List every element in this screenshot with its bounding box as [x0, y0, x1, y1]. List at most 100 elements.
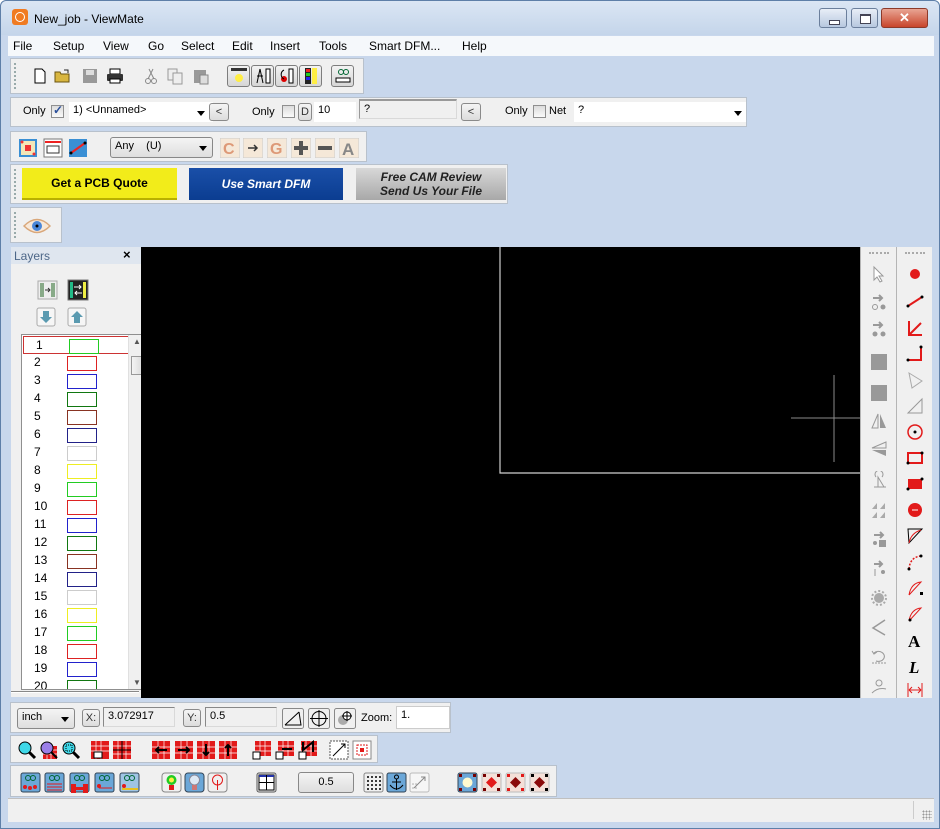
eye-icon[interactable]: [23, 217, 51, 235]
pcb-quote-button[interactable]: Get a PCB Quote: [22, 168, 177, 200]
new-file-icon[interactable]: [31, 67, 49, 85]
view-text-icon[interactable]: [119, 772, 140, 793]
layer-color-swatch[interactable]: [67, 482, 97, 497]
net-select[interactable]: ?: [574, 102, 746, 122]
layer-color-swatch[interactable]: [67, 356, 97, 371]
layer-row[interactable]: 7: [22, 444, 130, 462]
text-icon[interactable]: A: [906, 631, 924, 649]
layer-row[interactable]: 6: [22, 426, 130, 444]
zoom-all-icon[interactable]: [90, 740, 110, 760]
select-pad-black-icon[interactable]: [529, 772, 550, 793]
layer-color-swatch[interactable]: [67, 392, 97, 407]
layer-color-swatch[interactable]: [69, 339, 99, 354]
snap-diagonal-icon[interactable]: [409, 772, 430, 793]
menu-help[interactable]: Help: [462, 39, 487, 53]
dcode-only-checkbox[interactable]: [282, 105, 295, 118]
toolbar-grip[interactable]: [905, 252, 925, 254]
draw-right-triangle-icon[interactable]: [906, 397, 924, 415]
menu-view[interactable]: View: [103, 39, 129, 53]
paste-icon[interactable]: [192, 67, 210, 85]
flip-icon[interactable]: [870, 440, 888, 458]
trim-icon[interactable]: [870, 618, 888, 636]
pan-left-icon[interactable]: [151, 740, 171, 760]
layer-color-swatch[interactable]: [67, 572, 97, 587]
toolbar-grip[interactable]: [14, 63, 17, 89]
draw-line-icon[interactable]: [906, 293, 924, 311]
prev-net-button[interactable]: <: [461, 103, 481, 121]
pan-down-icon[interactable]: [196, 740, 216, 760]
view-lines-icon[interactable]: [44, 772, 65, 793]
layer-row[interactable]: 18: [22, 642, 130, 660]
toolbar-grip[interactable]: [869, 252, 889, 254]
layer-color-swatch[interactable]: [67, 518, 97, 533]
zoom-fit-icon[interactable]: [61, 740, 81, 760]
menu-tools[interactable]: Tools: [319, 39, 347, 53]
layer-list[interactable]: 20 19 18 17 16 15 14 13 12 11 10 9 8 7 6 5 4 3 2 1 ▲ ▼: [21, 334, 146, 690]
y-label-button[interactable]: Y:: [183, 709, 201, 727]
layer-move-right-icon[interactable]: [37, 280, 58, 300]
layer-row[interactable]: 3: [22, 372, 130, 390]
draw-filled-rectangle-icon[interactable]: [906, 475, 924, 493]
menu-insert[interactable]: Insert: [270, 39, 300, 53]
light-blue-icon[interactable]: [184, 772, 205, 793]
layer-color-swatch[interactable]: [67, 554, 97, 569]
layer-row[interactable]: 9: [22, 480, 130, 498]
draw-arc-icon[interactable]: [906, 527, 924, 545]
layer-row[interactable]: 15: [22, 588, 130, 606]
toolbar-grip[interactable]: [14, 212, 17, 238]
draw-angle-line-icon[interactable]: [906, 319, 924, 337]
layer-color-swatch[interactable]: [67, 500, 97, 515]
layer-color-swatch[interactable]: [67, 626, 97, 641]
cut-icon[interactable]: [142, 67, 160, 85]
layer-color-swatch[interactable]: [67, 410, 97, 425]
menu-file[interactable]: File: [13, 39, 32, 53]
layer-color-swatch[interactable]: [67, 644, 97, 659]
label-icon[interactable]: L: [906, 657, 924, 675]
light-outline-icon[interactable]: [207, 772, 228, 793]
redo-icon[interactable]: [870, 677, 888, 695]
net-button[interactable]: [275, 65, 298, 87]
layer-color-swatch[interactable]: [67, 374, 97, 389]
view-fills-icon[interactable]: [69, 772, 90, 793]
layer-color-swatch[interactable]: [67, 590, 97, 605]
layer-up-icon[interactable]: [67, 307, 87, 327]
scroll-up-icon[interactable]: ▲: [133, 337, 141, 346]
select-line-icon[interactable]: [68, 138, 88, 158]
layer-color-swatch[interactable]: [67, 536, 97, 551]
flash-pad-icon[interactable]: [906, 265, 924, 283]
plus-icon[interactable]: [291, 138, 311, 158]
layer-swap-icon[interactable]: [67, 279, 89, 301]
layer-row[interactable]: 11: [22, 516, 130, 534]
free-cam-review-button[interactable]: Free CAM Review Send Us Your File: [356, 168, 506, 200]
move-icon[interactable]: [870, 320, 888, 338]
minus-icon[interactable]: [315, 138, 335, 158]
draw-arc-3pt-icon[interactable]: [906, 553, 924, 571]
menu-setup[interactable]: Setup: [53, 39, 84, 53]
minimize-button[interactable]: [819, 8, 847, 28]
array-icon[interactable]: [870, 501, 888, 519]
mirror-icon[interactable]: [870, 412, 888, 430]
grid-layout-icon[interactable]: [256, 772, 277, 793]
save-icon[interactable]: [81, 67, 99, 85]
y-coordinate-field[interactable]: 0.5: [205, 707, 277, 727]
select-pad-icon[interactable]: [481, 772, 502, 793]
copy-icon[interactable]: [166, 67, 184, 85]
a-icon[interactable]: A: [339, 138, 359, 158]
maximize-button[interactable]: [851, 8, 878, 28]
layer-color-swatch[interactable]: [67, 608, 97, 623]
resize-grip-icon[interactable]: [922, 810, 932, 820]
select-window-icon[interactable]: [18, 138, 38, 158]
print-icon[interactable]: [106, 67, 124, 85]
g-icon[interactable]: G: [267, 138, 287, 158]
layer-color-swatch[interactable]: [67, 464, 97, 479]
menu-select[interactable]: Select: [181, 39, 214, 53]
layer-down-icon[interactable]: [36, 307, 56, 327]
layer-row[interactable]: 19: [22, 660, 130, 678]
select-pad-dark-icon[interactable]: [505, 772, 526, 793]
highlight-pad-icon[interactable]: [457, 772, 478, 793]
snap-origin-icon[interactable]: [334, 708, 356, 729]
draw-triangle-icon[interactable]: [906, 371, 924, 389]
draw-arc-end-icon[interactable]: [906, 605, 924, 623]
anchor-icon[interactable]: [386, 772, 407, 793]
layer-row[interactable]: 14: [22, 570, 130, 588]
